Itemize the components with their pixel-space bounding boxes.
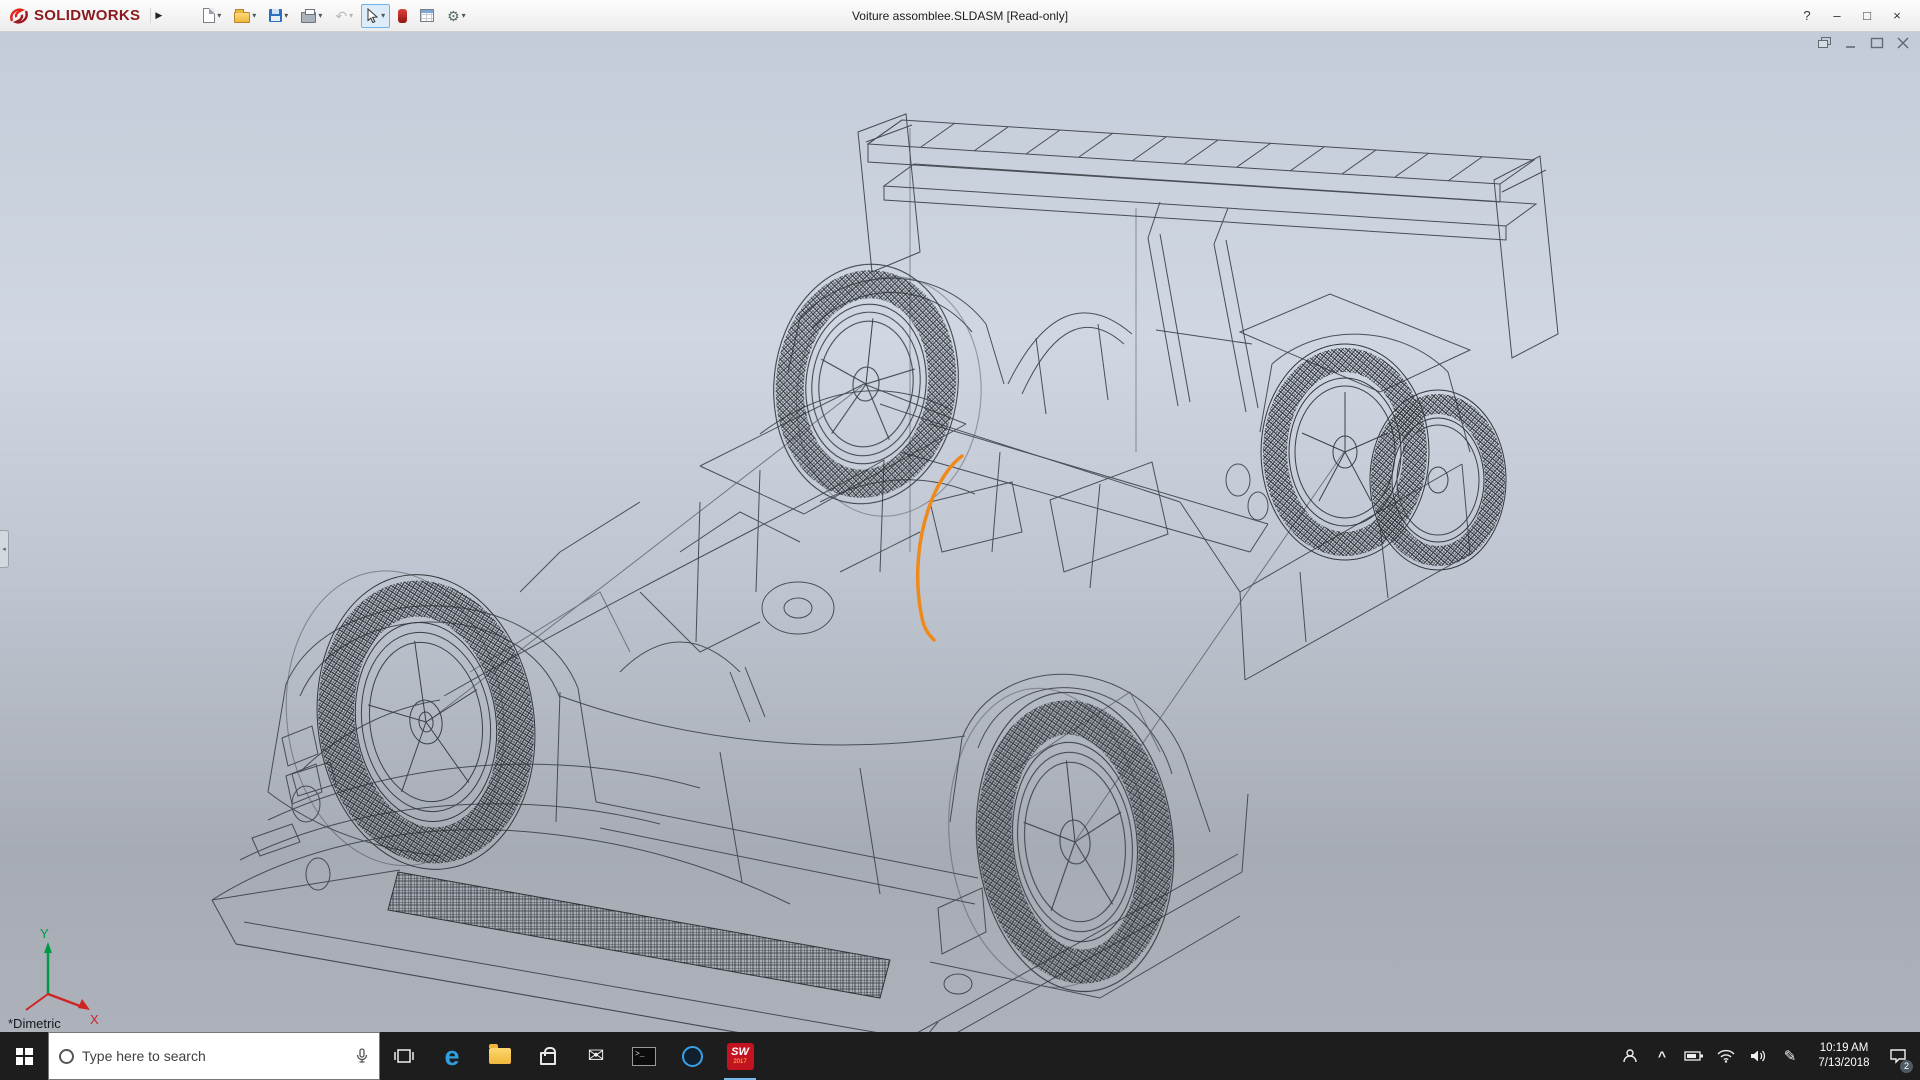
- taskbar-app-solidworks[interactable]: SW 2017: [716, 1032, 764, 1080]
- chevron-up-icon: ^: [1658, 1048, 1666, 1064]
- edge-icon: e: [444, 1043, 459, 1070]
- titlebar: SOLIDWORKS ▶ ▾ ▾ ▾ ▾ ↶ ▾ ▾: [0, 0, 1920, 32]
- caret-down-icon[interactable]: ▾: [252, 11, 256, 20]
- cortana-icon: [59, 1049, 74, 1064]
- taskbar-app-edge[interactable]: e: [428, 1032, 476, 1080]
- view-orientation-label: *Dimetric: [8, 1016, 61, 1031]
- solidworks-icon-text: SW: [731, 1047, 749, 1058]
- caret-down-icon[interactable]: ▾: [217, 11, 221, 20]
- taskbar-search[interactable]: [48, 1032, 380, 1080]
- suspension-wireframe: [430, 386, 1344, 840]
- clock-date: 7/13/2018: [1806, 1056, 1882, 1071]
- brand-text: SOLIDWORKS: [34, 7, 140, 24]
- battery-icon: [1684, 1050, 1704, 1062]
- design-table-icon: [420, 9, 434, 22]
- design-table-button[interactable]: [415, 4, 439, 28]
- system-tray: ^ ✎ 10:19 AM 7/13/2018: [1614, 1032, 1920, 1080]
- network-button[interactable]: [1710, 1032, 1742, 1080]
- triad-x-label: X: [90, 1012, 99, 1027]
- taskbar-app-command-prompt[interactable]: >_: [620, 1032, 668, 1080]
- hidden-icons-button[interactable]: ^: [1646, 1032, 1678, 1080]
- pinned-app-icon: [682, 1046, 703, 1067]
- file-explorer-icon: [489, 1048, 511, 1064]
- gear-icon: ⚙: [447, 9, 460, 23]
- microphone-icon[interactable]: [355, 1048, 369, 1064]
- highlighted-edge[interactable]: [918, 456, 962, 640]
- caret-down-icon[interactable]: ▾: [349, 11, 353, 20]
- action-center-button[interactable]: 2: [1882, 1032, 1914, 1080]
- content-central-icon: [398, 9, 407, 23]
- maximize-button[interactable]: □: [1852, 0, 1882, 32]
- taskbar: e ✉ >_ SW 2017 ^: [0, 1032, 1920, 1080]
- start-button[interactable]: [0, 1032, 48, 1080]
- pen-icon: ✎: [1784, 1047, 1797, 1065]
- battery-button[interactable]: [1678, 1032, 1710, 1080]
- doc-minimize-icon[interactable]: [1844, 37, 1858, 49]
- graphics-area[interactable]: Y X ◂ *Dimetric: [0, 32, 1920, 1032]
- taskbar-clock[interactable]: 10:19 AM 7/13/2018: [1806, 1041, 1882, 1071]
- caret-down-icon[interactable]: ▾: [284, 11, 288, 20]
- minimize-button[interactable]: –: [1822, 0, 1852, 32]
- doc-close-icon[interactable]: [1896, 37, 1910, 49]
- task-view-button[interactable]: [380, 1032, 428, 1080]
- featuremanager-collapsed-tab[interactable]: ◂: [0, 530, 9, 568]
- triad-y-label: Y: [40, 926, 49, 941]
- taskbar-app-pinned[interactable]: [668, 1032, 716, 1080]
- volume-button[interactable]: [1742, 1032, 1774, 1080]
- task-view-icon: [393, 1047, 415, 1065]
- close-button[interactable]: ×: [1882, 0, 1912, 32]
- undo-icon: ↶: [335, 9, 347, 23]
- rear-wing-wireframe: [858, 114, 1558, 552]
- command-prompt-icon: >_: [632, 1047, 656, 1066]
- search-input[interactable]: [82, 1048, 347, 1064]
- taskbar-app-mail[interactable]: ✉: [572, 1032, 620, 1080]
- window-title: Voiture assomblee.SLDASM [Read-only]: [852, 9, 1068, 23]
- taskbar-app-store[interactable]: [524, 1032, 572, 1080]
- open-folder-icon: [234, 12, 250, 23]
- speaker-icon: [1749, 1049, 1767, 1063]
- select-tool-button[interactable]: ▾: [361, 4, 390, 28]
- toolbar-expand-arrow-icon[interactable]: ▶: [150, 8, 166, 23]
- mail-icon: ✉: [588, 1046, 605, 1066]
- solidworks-logo: SOLIDWORKS ▶: [0, 6, 172, 26]
- doc-restore-icon[interactable]: [1818, 37, 1832, 49]
- orientation-triad: Y X: [26, 926, 99, 1027]
- solidworks-logo-icon: [8, 6, 30, 26]
- solidworks-icon-year: 2017: [733, 1059, 746, 1065]
- open-button[interactable]: ▾: [229, 4, 261, 28]
- windows-logo-icon: [16, 1048, 33, 1065]
- caret-down-icon[interactable]: ▾: [318, 11, 322, 20]
- help-button[interactable]: ?: [1792, 0, 1822, 32]
- quick-access-toolbar: ▾ ▾ ▾ ▾ ↶ ▾ ▾ ⚙: [198, 4, 470, 28]
- people-icon: [1621, 1048, 1639, 1064]
- store-icon: [540, 1052, 556, 1065]
- save-icon: [269, 9, 282, 22]
- people-button[interactable]: [1614, 1032, 1646, 1080]
- undo-button[interactable]: ↶ ▾: [330, 4, 358, 28]
- options-button[interactable]: ⚙ ▾: [442, 4, 471, 28]
- print-button[interactable]: ▾: [296, 4, 327, 28]
- content-central-button[interactable]: [393, 4, 412, 28]
- new-document-icon: [203, 8, 215, 23]
- taskbar-app-file-explorer[interactable]: [476, 1032, 524, 1080]
- wireframe-car-model[interactable]: Y X: [0, 32, 1920, 1032]
- notification-badge: 2: [1900, 1060, 1913, 1073]
- caret-down-icon[interactable]: ▾: [381, 11, 385, 20]
- clock-time: 10:19 AM: [1806, 1041, 1882, 1056]
- new-document-button[interactable]: ▾: [198, 4, 226, 28]
- print-icon: [301, 12, 316, 23]
- doc-maximize-icon[interactable]: [1870, 37, 1884, 49]
- select-cursor-icon: [366, 8, 379, 23]
- edge-tab-arrow-icon: ◂: [2, 545, 6, 553]
- wifi-icon: [1717, 1049, 1735, 1063]
- windows-ink-button[interactable]: ✎: [1774, 1032, 1806, 1080]
- window-controls: ? – □ ×: [1792, 0, 1912, 32]
- save-button[interactable]: ▾: [264, 4, 293, 28]
- document-window-controls: [1818, 37, 1910, 49]
- solidworks-app-icon: SW 2017: [727, 1043, 754, 1070]
- caret-down-icon[interactable]: ▾: [462, 11, 466, 20]
